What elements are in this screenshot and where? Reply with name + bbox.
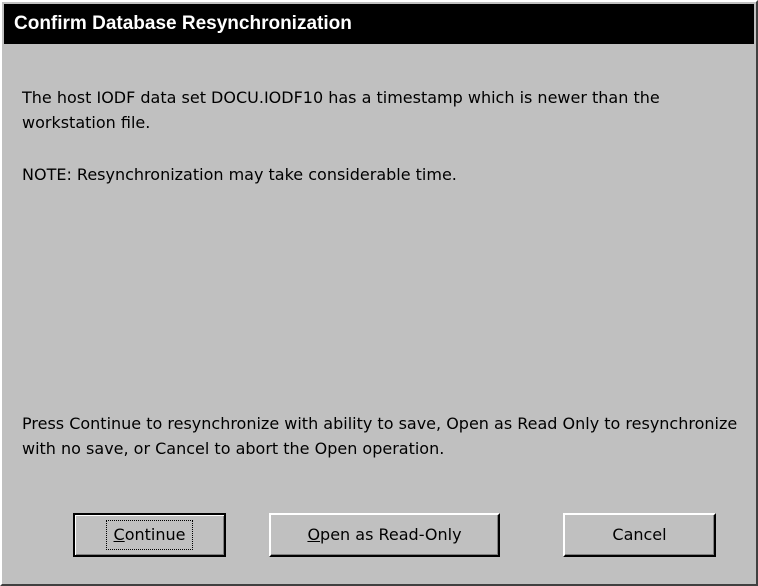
open-read-only-button[interactable]: Open as Read-Only <box>269 513 500 557</box>
cancel-button-label: Cancel <box>612 525 667 544</box>
instructions-message: Press Continue to resynchronize with abi… <box>22 414 738 458</box>
confirm-resync-dialog: Confirm Database Resynchronization The h… <box>0 0 758 586</box>
dialog-title: Confirm Database Resynchronization <box>4 4 754 44</box>
cancel-button[interactable]: Cancel <box>563 513 716 557</box>
timestamp-message: The host IODF data set DOCU.IODF10 has a… <box>22 88 660 132</box>
continue-button[interactable]: Continue <box>73 513 226 557</box>
open-read-only-label-rest: pen as Read-Only <box>320 525 462 544</box>
open-read-only-button-label: Open as Read-Only <box>307 524 461 546</box>
continue-mnemonic: C <box>113 525 125 544</box>
continue-button-label: Continue <box>105 520 194 550</box>
note-message: NOTE: Resynchronization may take conside… <box>22 165 457 184</box>
continue-label-rest: ontinue <box>124 525 186 544</box>
open-read-only-mnemonic: O <box>307 525 321 544</box>
